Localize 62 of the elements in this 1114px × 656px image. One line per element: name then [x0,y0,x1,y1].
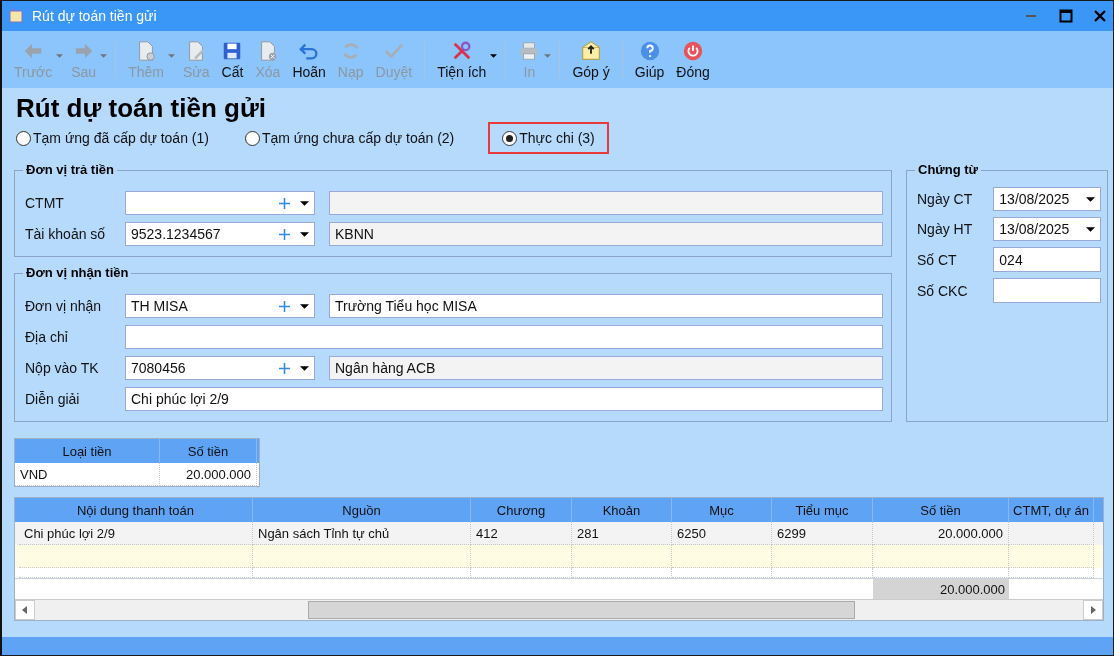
app-icon [8,8,24,24]
field-label: Số CT [916,251,958,268]
table-cell: VND [15,463,160,486]
name-field[interactable]: Trường Tiểu học MISA [329,294,883,318]
name-field: KBNN [329,222,883,246]
toolbar-button[interactable]: Giúp [628,35,671,84]
radio-option[interactable]: Tạm ứng chưa cấp dự toán (2) [242,122,469,154]
toolbar-button[interactable]: Đóng [670,35,716,84]
text-field[interactable] [993,278,1101,303]
group-title: Đơn vị nhận tiền [23,265,132,280]
lookup-field[interactable]: 7080456 [125,356,315,380]
caret-icon[interactable] [300,200,309,206]
lookup-field[interactable]: 9523.1234567 [125,222,315,246]
field-label: Số CKC [916,282,969,299]
field-label: Diễn giải [25,391,81,407]
envelope-icon [580,39,603,62]
text-field[interactable]: Chi phúc lợi 2/9 [125,387,883,411]
group-title: Đơn vị trả tiền [23,162,117,177]
help-icon [638,39,661,62]
scroll-left-icon[interactable] [15,600,35,620]
text-field[interactable] [125,325,883,349]
group-title: Chứng từ [915,162,981,177]
power-icon [682,39,705,62]
caret-icon[interactable] [300,303,309,309]
caret-icon[interactable] [490,53,498,58]
toolbar-button[interactable]: Hoãn [286,35,332,84]
field-label: Đơn vị nhận [25,298,103,314]
plus-icon[interactable] [279,228,290,240]
maximize-icon[interactable] [1059,9,1073,23]
field-label: Địa chỉ [25,329,69,345]
name-field: Ngân hàng ACB [329,356,883,380]
field-label: Ngày HT [916,221,974,237]
scrollbar-thumb[interactable] [308,601,855,619]
plus-icon[interactable] [279,300,290,312]
table-cell: 20.000.000 [160,463,257,486]
field-label: Tài khoản số [25,226,107,242]
radio-option[interactable]: Tạm ứng đã cấp dự toán (1) [14,122,223,154]
lookup-field[interactable] [125,191,315,215]
scroll-right-icon[interactable] [1083,600,1103,620]
caret-icon[interactable] [1086,196,1095,202]
caret-icon[interactable] [300,365,309,371]
plus-icon[interactable] [279,362,290,374]
field-label: Nộp vào TK [25,360,100,376]
close-icon[interactable] [1093,9,1107,23]
date-field[interactable]: 13/08/2025 [993,217,1101,241]
column-header: Loại tiền [15,439,160,463]
radio-option[interactable]: Thực chi (3) [488,122,609,154]
toolbar-button[interactable]: Cất [215,35,250,84]
caret-icon[interactable] [300,231,309,237]
caret-icon[interactable] [1086,226,1095,232]
toolbar-button[interactable]: Góp ý [566,35,616,84]
field-label: CTMT [25,195,65,211]
date-field[interactable]: 13/08/2025 [993,187,1101,211]
form-heading: Rút dự toán tiền gửi [16,94,267,122]
toolbar-button[interactable]: Tiện ích [431,35,493,84]
total-cell: 20.000.000 [873,579,1009,599]
window-title: Rút dự toán tiền gửi [32,8,157,24]
plus-icon[interactable] [279,197,290,209]
field-label: Ngày CT [916,191,974,207]
text-field[interactable]: 024 [993,247,1101,272]
column-header: Số tiền [160,439,257,463]
lookup-field[interactable]: TH MISA [125,294,315,318]
